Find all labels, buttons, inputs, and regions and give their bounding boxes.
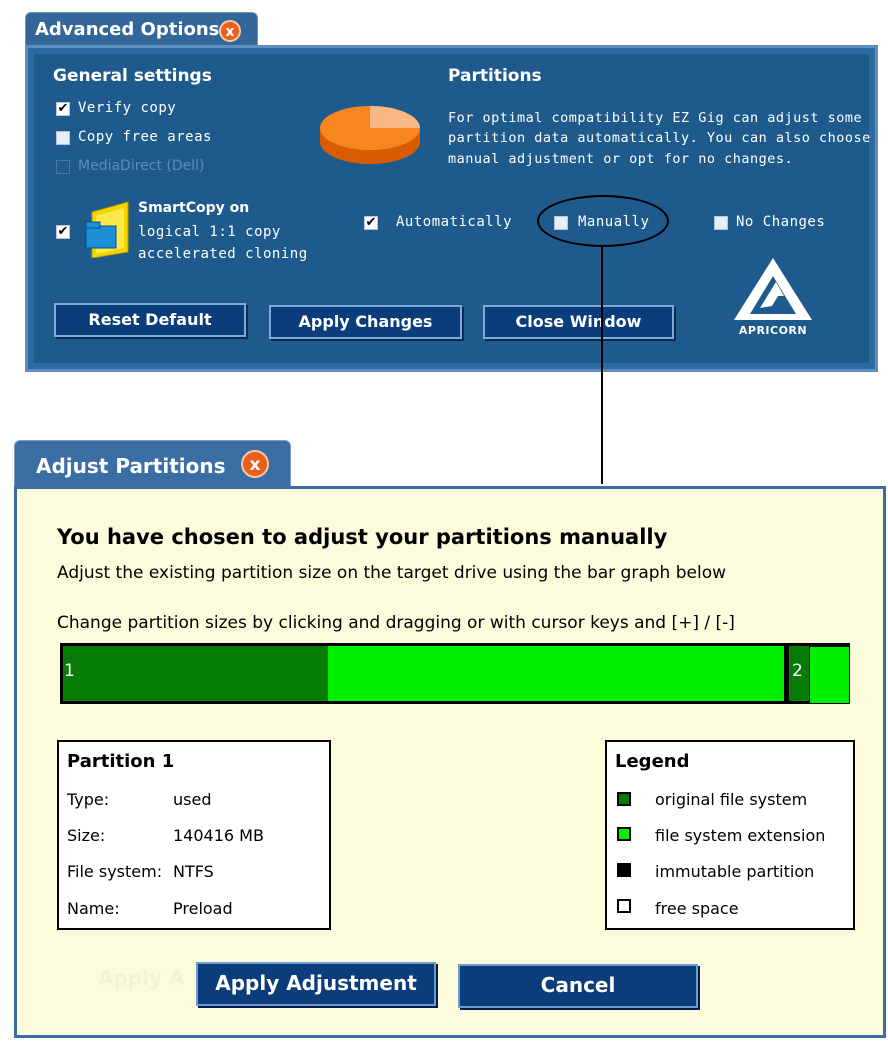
media-direct-checkbox: [56, 160, 70, 174]
type-label: Type:: [67, 790, 110, 809]
pie-chart-icon: [318, 104, 422, 168]
verify-copy-label: Verify copy: [78, 100, 177, 116]
reset-default-button[interactable]: Reset Default: [54, 303, 246, 337]
legend-title: Legend: [615, 751, 690, 772]
adjust-partitions-tab: Adjust Partitions x: [14, 440, 291, 489]
adjust-partitions-title: Adjust Partitions: [36, 454, 226, 478]
smartcopy-line2: logical 1:1 copy: [138, 224, 281, 240]
partition-2-extension-segment[interactable]: [809, 646, 850, 704]
partition-info-title: Partition 1: [67, 751, 175, 772]
legend-label-original: original file system: [655, 790, 808, 809]
highlight-ellipse: [537, 195, 669, 247]
connector-line: [601, 246, 603, 484]
adjust-subheading: Adjust the existing partition size on th…: [57, 563, 727, 583]
name-label: Name:: [67, 899, 120, 918]
legend-label-free: free space: [655, 899, 739, 918]
legend-label-extension: file system extension: [655, 826, 826, 845]
general-settings-heading: General settings: [53, 66, 212, 86]
close-window-button[interactable]: Close Window: [483, 305, 674, 339]
ghost-button-text: Apply A: [98, 966, 185, 990]
legend-label-immutable: immutable partition: [655, 862, 815, 881]
partitions-desc-3: manual adjustment or opt for no changes.: [448, 151, 794, 167]
copy-free-areas-label: Copy free areas: [78, 129, 212, 145]
partition-1-extension-segment[interactable]: [328, 646, 784, 701]
apricorn-logo: APRICORN: [720, 256, 826, 340]
file-system-value: NTFS: [173, 862, 214, 881]
apply-changes-button[interactable]: Apply Changes: [269, 305, 462, 339]
partition-info-box: Partition 1 Type: used Size: 140416 MB F…: [57, 740, 331, 930]
smartcopy-icon: [82, 200, 130, 259]
partitions-heading: Partitions: [448, 66, 542, 86]
close-icon[interactable]: x: [219, 20, 241, 42]
file-system-label: File system:: [67, 862, 163, 881]
partition-1-label: 1: [64, 661, 75, 681]
legend-swatch-free: [617, 899, 631, 913]
partitions-desc-2: partition data automatically. You can al…: [448, 130, 871, 146]
cancel-button[interactable]: Cancel: [458, 964, 698, 1008]
verify-copy-checkbox[interactable]: ✔: [56, 102, 70, 116]
automatically-checkbox[interactable]: ✔: [364, 216, 378, 230]
smartcopy-checkbox[interactable]: ✔: [56, 225, 70, 239]
no-changes-checkbox[interactable]: [714, 216, 728, 230]
legend-swatch-original: [617, 792, 631, 806]
name-value: Preload: [173, 899, 233, 918]
legend-swatch-immutable: [617, 863, 631, 877]
no-changes-label: No Changes: [736, 214, 826, 230]
apply-adjustment-button[interactable]: Apply Adjustment: [196, 962, 436, 1006]
legend-swatch-extension: [617, 827, 631, 841]
media-direct-label: MediaDirect (Dell): [78, 158, 205, 174]
close-icon[interactable]: x: [241, 450, 269, 478]
partition-2-label: 2: [792, 661, 803, 681]
smartcopy-title: SmartCopy on: [138, 200, 250, 216]
partitions-desc-1: For optimal compatibility EZ Gig can adj…: [448, 110, 863, 126]
adjust-instructions: Change partition sizes by clicking and d…: [57, 613, 735, 633]
legend-box: Legend original file system file system …: [605, 740, 855, 930]
smartcopy-line3: accelerated cloning: [138, 246, 308, 262]
adjust-heading: You have chosen to adjust your partition…: [57, 525, 668, 549]
automatically-label: Automatically: [396, 214, 513, 230]
partition-1-original-segment[interactable]: [63, 646, 328, 701]
advanced-options-tab: Advanced Options x: [25, 12, 258, 47]
advanced-options-title: Advanced Options: [35, 19, 220, 40]
size-label: Size:: [67, 826, 106, 845]
size-value: 140416 MB: [173, 826, 264, 845]
type-value: used: [173, 790, 212, 809]
apricorn-logo-text: APRICORN: [738, 324, 808, 337]
copy-free-areas-checkbox[interactable]: [56, 131, 70, 145]
